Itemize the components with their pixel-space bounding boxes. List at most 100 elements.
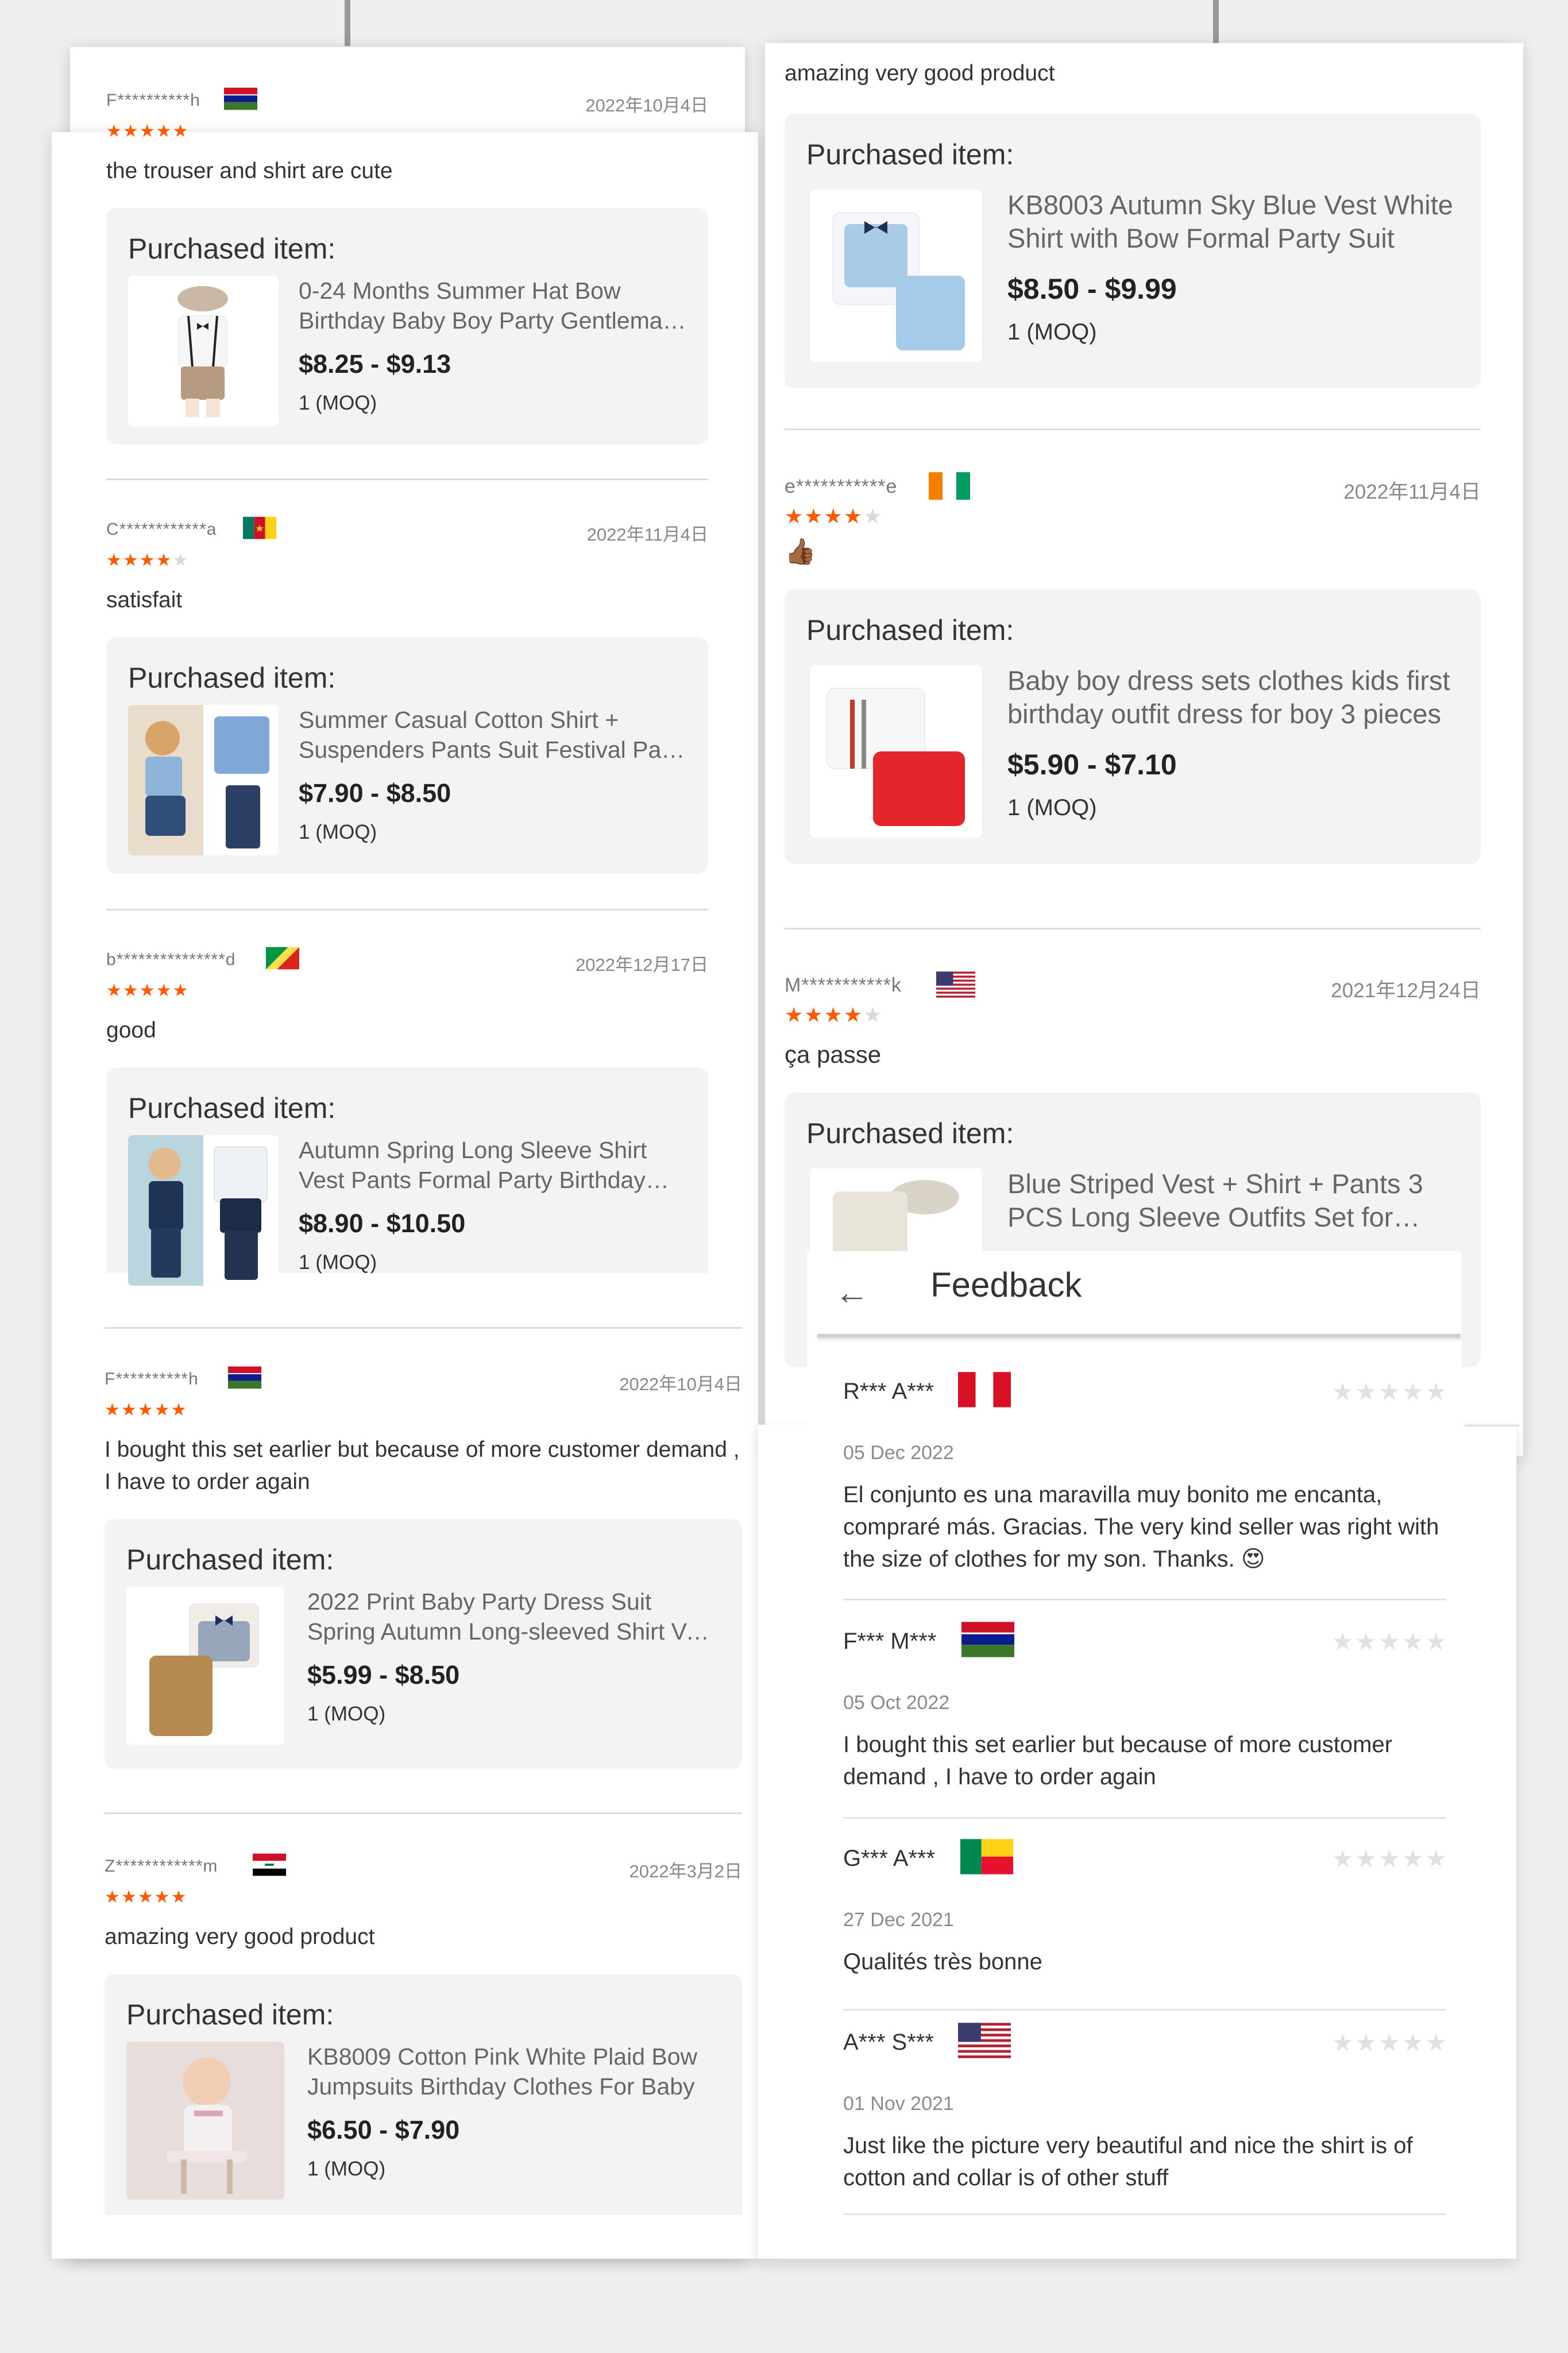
review-date: 2022年12月17日: [576, 955, 708, 975]
review-divider: [106, 909, 708, 911]
feedback-divider: [843, 1817, 1446, 1819]
product-thumbnail[interactable]: [128, 276, 279, 426]
feedback-panel: ← Feedback R*** A*** ★★★★★ 05 Dec 2022 E…: [807, 1251, 1462, 2222]
purchased-item-card[interactable]: Purchased item: KB8003 Autumn Sky Blue V…: [785, 114, 1481, 388]
product-price: $8.50 - $9.99: [1007, 273, 1177, 305]
review-date: 2022年10月4日: [619, 1374, 742, 1394]
cameroon-flag-icon: [243, 516, 276, 539]
product-name[interactable]: 2022 Print Baby Party Dress Suit Spring …: [307, 1587, 721, 1646]
purchased-item-card[interactable]: Purchased item: KB8009 Cotton Pink White…: [105, 1974, 742, 2215]
feedback-divider: [843, 2009, 1446, 2011]
review-divider: [1465, 1425, 1519, 1426]
usa-flag-icon: [936, 971, 975, 998]
arrow-left-icon[interactable]: ←: [835, 1275, 869, 1310]
product-price: $5.99 - $8.50: [307, 1660, 460, 1689]
product-name[interactable]: Summer Casual Cotton Shirt + Suspenders …: [299, 705, 688, 765]
review-text: ça passe: [785, 1041, 882, 1068]
reviewer-name: e***********e: [785, 476, 898, 497]
review-item: C************a 2022年11月4日 ★★★★★ satisfai…: [106, 516, 708, 874]
feedback-text: Just like the picture very beautiful and…: [843, 2133, 1413, 2190]
rating-stars: ★★★★★: [1331, 1845, 1449, 1872]
product-moq: 1 (MOQ): [1007, 795, 1097, 820]
reviewer-name: C************a: [106, 520, 217, 539]
review-item: F**********h 2022年10月4日 ★★★★★ the trouse…: [106, 87, 708, 445]
purchased-item-card[interactable]: Purchased item: 0-24 Months Summer Hat B…: [106, 208, 708, 445]
peru-flag-icon: [958, 1372, 1011, 1407]
product-moq: 1 (MOQ): [299, 821, 377, 843]
iraq-flag-icon: [253, 1853, 286, 1876]
product-name[interactable]: KB8003 Autumn Sky Blue Vest White Shirt …: [1007, 188, 1460, 255]
purchased-item-card[interactable]: Purchased item: Summer Casual Cotton Shi…: [106, 637, 708, 874]
header-divider: [817, 1334, 1461, 1337]
product-price: $7.90 - $8.50: [299, 778, 451, 808]
review-item: Z************m 2022年3月2日 ★★★★★ amazing v…: [105, 1853, 742, 2215]
product-thumbnail[interactable]: [128, 1135, 279, 1286]
reviewer-name: Z************m: [105, 1857, 218, 1876]
review-date: 2022年11月4日: [1343, 481, 1481, 503]
feedback-text: I bought this set earlier but because of…: [843, 1732, 1393, 1789]
product-thumbnail[interactable]: [128, 705, 279, 855]
feedback-date: 05 Oct 2022: [843, 1692, 950, 1714]
product-name[interactable]: Blue Striped Vest + Shirt + Pants 3 PCS …: [1007, 1167, 1460, 1234]
purchased-item-heading: Purchased item:: [128, 662, 336, 694]
rating-stars: ★★★★★: [106, 551, 190, 570]
product-moq: 1 (MOQ): [307, 2158, 386, 2180]
feedback-user: A*** S***: [843, 2030, 934, 2055]
purchased-item-heading: Purchased item:: [128, 233, 336, 265]
feedback-divider: [843, 1599, 1446, 1600]
review-date: 2022年11月4日: [586, 524, 708, 545]
purchased-item-card[interactable]: Purchased item: 2022 Print Baby Party Dr…: [105, 1519, 742, 1769]
purchased-item-heading: Purchased item:: [806, 1117, 1014, 1150]
product-moq: 1 (MOQ): [299, 1251, 377, 1274]
rating-stars: ★★★★★: [785, 504, 883, 528]
benin-flag-icon: [960, 1839, 1013, 1874]
feedback-date: 05 Dec 2022: [843, 1442, 954, 1464]
purchased-item-heading: Purchased item:: [126, 1544, 334, 1576]
feedback-text: Qualités très bonne: [843, 1949, 1042, 1974]
rating-stars: ★★★★★: [785, 1003, 883, 1027]
purchased-item-card[interactable]: Purchased item: Baby boy dress sets clot…: [785, 589, 1481, 864]
purchased-item-heading: Purchased item:: [128, 1092, 336, 1124]
product-thumbnail[interactable]: [126, 1587, 284, 1745]
review-text: good: [106, 1018, 156, 1043]
product-moq: 1 (MOQ): [1007, 319, 1097, 345]
product-name[interactable]: 0-24 Months Summer Hat Bow Birthday Baby…: [299, 276, 688, 335]
review-item: b***************d 2022年12月17日 ★★★★★ good…: [106, 947, 708, 1286]
review-date: 2021年12月24日: [1331, 979, 1481, 1002]
product-name[interactable]: KB8009 Cotton Pink White Plaid Bow Jumps…: [307, 2042, 721, 2101]
product-price: $6.50 - $7.90: [307, 2115, 460, 2144]
purchased-item-heading: Purchased item:: [126, 1999, 334, 2031]
hanger-hook-right: [1213, 0, 1219, 46]
hanger-hook-left: [345, 0, 350, 46]
product-thumbnail[interactable]: [126, 2042, 284, 2200]
rating-stars: ★★★★★: [1331, 2029, 1449, 2056]
feedback-divider: [843, 2213, 1446, 2215]
review-date: 2022年3月2日: [629, 1861, 742, 1881]
rating-stars: ★★★★★: [1331, 1628, 1449, 1655]
review-divider: [106, 479, 708, 480]
feedback-title: Feedback: [930, 1266, 1082, 1304]
product-thumbnail[interactable]: [810, 665, 982, 838]
thumbs-up-emoji: 👍🏾: [785, 538, 816, 566]
product-name[interactable]: Baby boy dress sets clothes kids first b…: [1007, 664, 1460, 731]
product-price: $5.90 - $7.10: [1007, 749, 1177, 781]
feedback-text: El conjunto es una maravilla muy bonito …: [843, 1482, 1439, 1572]
review-item: e***********e 2022年11月4日 ★★★★★ 👍🏾 Purcha…: [785, 472, 1481, 864]
purchased-item-heading: Purchased item:: [806, 614, 1014, 646]
review-date: 2022年10月4日: [585, 95, 708, 115]
product-name[interactable]: Autumn Spring Long Sleeve Shirt Vest Pan…: [299, 1135, 688, 1195]
rating-stars: ★★★★★: [1331, 1378, 1449, 1405]
reviewer-name: F**********h: [106, 91, 200, 110]
review-text: the trouser and shirt are cute: [106, 159, 393, 183]
gambia-flag-icon: [961, 1622, 1014, 1657]
review-item: F**********h 2022年10月4日 ★★★★★ I bought t…: [105, 1366, 742, 1769]
rating-stars: ★★★★★: [106, 981, 190, 1000]
product-thumbnail[interactable]: [810, 190, 982, 362]
purchased-item-card[interactable]: Purchased item: Autumn Spring Long Sleev…: [106, 1067, 708, 1286]
feedback-user: F*** M***: [843, 1629, 937, 1654]
reviewer-name: b***************d: [106, 950, 236, 969]
rating-stars: ★★★★★: [105, 1888, 188, 1907]
ivory-coast-flag-icon: [929, 472, 970, 500]
review-divider: [785, 429, 1481, 430]
gambia-flag-icon: [228, 1366, 261, 1389]
